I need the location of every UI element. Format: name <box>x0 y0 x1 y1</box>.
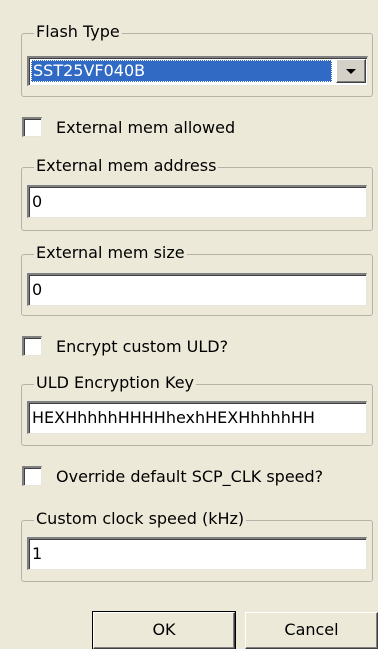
chevron-down-icon <box>346 69 356 74</box>
external-mem-address-label: External mem address <box>34 156 219 176</box>
uld-encryption-key-input[interactable]: HEXHhhhhHHHHhexhHEXHhhhhHH <box>27 401 367 434</box>
flash-type-dropdown[interactable]: SST25VF040B <box>27 56 368 86</box>
external-mem-size-group: External mem size 0 <box>21 243 373 316</box>
custom-clock-speed-input[interactable]: 1 <box>27 537 367 570</box>
cancel-button[interactable]: Cancel <box>245 612 378 649</box>
custom-clock-speed-group: Custom clock speed (kHz) 1 <box>21 509 373 582</box>
external-mem-allowed-label: External mem allowed <box>56 117 236 137</box>
external-mem-size-input[interactable]: 0 <box>27 273 367 306</box>
override-clock-checkbox[interactable] <box>22 466 42 486</box>
override-clock-label: Override default SCP_CLK speed? <box>56 466 324 486</box>
external-mem-address-group: External mem address 0 <box>21 156 373 231</box>
override-clock-row[interactable]: Override default SCP_CLK speed? <box>22 465 323 487</box>
uld-encryption-key-group: ULD Encryption Key HEXHhhhhHHHHhexhHEXHh… <box>21 373 373 446</box>
external-mem-address-input[interactable]: 0 <box>27 185 367 218</box>
encrypt-custom-uld-label: Encrypt custom ULD? <box>56 336 229 356</box>
flash-type-dropdown-button[interactable] <box>336 59 366 83</box>
flash-type-group: Flash Type SST25VF040B <box>21 22 373 97</box>
encrypt-custom-uld-row[interactable]: Encrypt custom ULD? <box>22 335 228 357</box>
external-mem-allowed-checkbox[interactable] <box>22 117 42 137</box>
flash-type-selected-value: SST25VF040B <box>31 60 332 82</box>
flash-type-label: Flash Type <box>34 22 122 42</box>
uld-encryption-key-label: ULD Encryption Key <box>34 373 197 393</box>
encrypt-custom-uld-checkbox[interactable] <box>22 336 42 356</box>
external-mem-allowed-row[interactable]: External mem allowed <box>22 116 235 138</box>
ok-button[interactable]: OK <box>92 611 236 649</box>
flash-settings-dialog: Flash Type SST25VF040B External mem allo… <box>0 0 378 649</box>
custom-clock-speed-label: Custom clock speed (kHz) <box>34 509 247 529</box>
external-mem-size-label: External mem size <box>34 243 187 263</box>
